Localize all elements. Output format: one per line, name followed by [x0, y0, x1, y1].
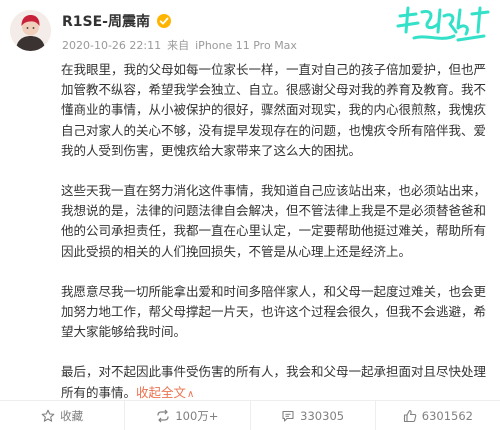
avatar[interactable]: [10, 10, 51, 51]
collapse-fulltext-label: 收起全文: [136, 384, 187, 400]
post-paragraph-4: 最后，对不起因此事件受伤害的所有人，我会和父母一起承担面对且尽快处理所有的事情。…: [61, 362, 497, 404]
post-paragraph-4-text: 最后，对不起因此事件受伤害的所有人，我会和父母一起承担面对且尽快处理所有的事情。: [61, 364, 487, 400]
favorite-button[interactable]: 收藏: [0, 401, 124, 430]
comment-button[interactable]: 330305: [249, 401, 375, 430]
comment-icon: [282, 410, 294, 422]
post-header: R1SE-周震南 2020-10-26 22:11 来自 iPhone 11 Pro…: [0, 0, 500, 58]
post-paragraph-1: 在我眼里，我的父母如每一位家长一样，一直对自己的孩子倍加爱护，但也严加管教不纵容…: [61, 62, 487, 158]
post-meta: 2020-10-26 22:11 来自 iPhone 11 Pro Max: [62, 37, 297, 53]
username[interactable]: R1SE-周震南: [62, 11, 150, 31]
action-bar: 收藏 100万+ 330305 6301562: [0, 400, 500, 430]
like-count: 6301562: [421, 408, 473, 423]
repost-button[interactable]: 100万+: [124, 401, 249, 430]
collapse-fulltext-link[interactable]: 收起全文∧: [136, 385, 194, 400]
source-prefix: 来自: [167, 39, 190, 52]
author-row: R1SE-周震南: [62, 12, 172, 30]
brand-script-decoration: [396, 6, 490, 42]
post-paragraph-2: 这些天我一直在努力消化这件事情，我知道自己应该站出来，也必须站出来，我想说的是，…: [61, 183, 487, 259]
post-date[interactable]: 2020-10-26 22:11: [62, 39, 161, 52]
chevron-up-icon: ∧: [187, 388, 195, 400]
avatar-photo: [10, 10, 51, 51]
thumbs-up-icon: [403, 409, 417, 422]
post-paragraph-3: 我愿意尽我一切所能拿出爱和时间多陪伴家人，和父母一起度过难关，也会更加努力地工作…: [61, 283, 487, 340]
comment-count: 330305: [300, 408, 345, 423]
like-button[interactable]: 6301562: [374, 401, 500, 430]
post-device: iPhone 11 Pro Max: [195, 39, 297, 52]
repost-count: 100万+: [175, 408, 219, 423]
repost-icon: [157, 409, 169, 422]
vip-badge-icon: [156, 13, 172, 29]
post-body: 在我眼里，我的父母如每一位家长一样，一直对自己的孩子倍加爱护，但也严加管教不纵容…: [61, 60, 497, 405]
star-icon: [41, 409, 55, 422]
favorite-label: 收藏: [60, 408, 84, 423]
